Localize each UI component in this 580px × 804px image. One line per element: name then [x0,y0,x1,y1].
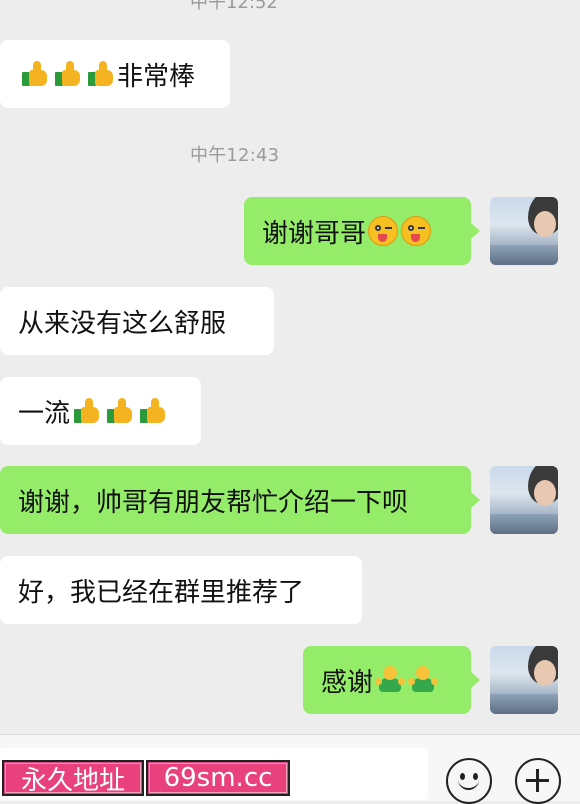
message-text: 谢谢哥哥 [262,218,367,249]
hug-emoji-icon [407,664,439,696]
message-bubble-in[interactable]: 非常棒 [0,40,230,108]
message-bubble-in[interactable]: 一流 [0,377,201,445]
top-timestamp: 中午12:52 [190,0,278,13]
message-text: 感谢 [321,667,374,698]
watermark-right: 69sm.cc [146,760,290,796]
hug-emoji-icon [374,664,406,696]
thumbs-up-icon [104,395,136,427]
message-bubble-out[interactable]: 感谢 [303,646,480,714]
message-bubble-in[interactable]: 好，我已经在群里推荐了 [0,556,362,624]
thumbs-up-icon [85,58,117,90]
thumbs-up-icon [52,58,84,90]
message-text: 从来没有这么舒服 [18,308,227,339]
message-bubble-out[interactable]: 谢谢，帅哥有朋友帮忙介绍一下呗 [0,466,480,534]
avatar[interactable] [490,197,558,265]
message-bubble-in[interactable]: 从来没有这么舒服 [0,287,274,355]
message-text: 谢谢，帅哥有朋友帮忙介绍一下呗 [18,487,409,518]
message-bubble-out[interactable]: 谢谢哥哥 [244,197,480,265]
message-text: 好，我已经在群里推荐了 [18,577,305,608]
wink-tongue-emoji-icon [367,215,399,247]
message-text: 非常棒 [117,61,196,92]
wink-tongue-emoji-icon [400,215,432,247]
plus-icon[interactable] [515,758,561,804]
thumbs-up-icon [19,58,51,90]
timestamp: 中午12:43 [190,145,280,166]
smile-icon[interactable] [446,758,492,804]
thumbs-up-icon [71,395,103,427]
message-text: 一流 [18,398,71,429]
watermark-left: 永久地址 [2,760,144,796]
thumbs-up-icon [137,395,169,427]
avatar[interactable] [490,466,558,534]
avatar[interactable] [490,646,558,714]
